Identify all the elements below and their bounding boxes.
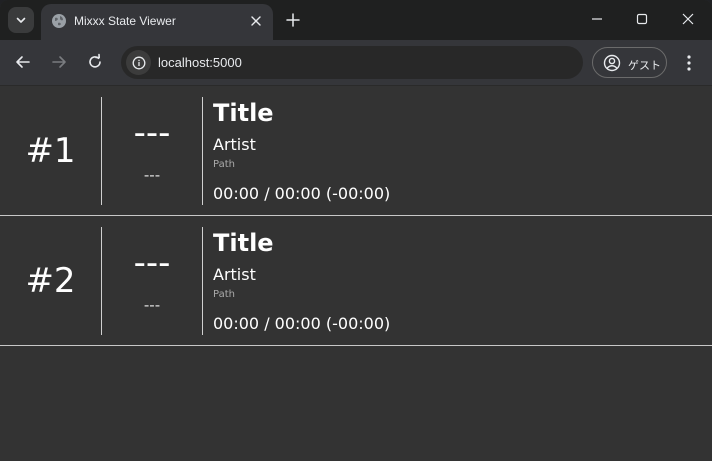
- track-artist: Artist: [213, 135, 256, 154]
- close-icon[interactable]: [681, 12, 695, 26]
- track-time: 00:00 / 00:00 (-00:00): [213, 184, 391, 203]
- site-info-button[interactable]: [126, 50, 151, 75]
- deck-number: #1: [25, 131, 76, 171]
- bpm-sub-value: ---: [143, 166, 161, 184]
- bpm-display: --- ---: [102, 86, 202, 216]
- three-dots-vertical-icon[interactable]: [681, 53, 697, 73]
- bpm-value: ---: [133, 113, 171, 153]
- back-arrow-icon[interactable]: [14, 53, 32, 71]
- tab-strip: Mixxx State Viewer: [0, 0, 712, 40]
- page-content: #1 --- --- Title Artist Path 00:00 / 00:…: [0, 86, 712, 461]
- bpm-sub-value: ---: [143, 296, 161, 314]
- bpm-display: --- ---: [102, 216, 202, 346]
- url-text: localhost:5000: [158, 55, 242, 70]
- plus-icon[interactable]: [284, 11, 302, 29]
- track-time: 00:00 / 00:00 (-00:00): [213, 314, 391, 333]
- globe-icon: [52, 14, 66, 28]
- deck-row: #1 --- --- Title Artist Path 00:00 / 00:…: [0, 86, 712, 216]
- chevron-down-icon: [16, 17, 26, 23]
- reload-icon[interactable]: [86, 53, 104, 71]
- track-info: Title Artist Path 00:00 / 00:00 (-00:00): [213, 216, 693, 346]
- track-title: Title: [213, 99, 274, 127]
- person-circle-icon: [603, 54, 621, 72]
- tab-title: Mixxx State Viewer: [74, 14, 176, 28]
- deck-number: #2: [25, 261, 76, 301]
- minimize-icon[interactable]: [590, 12, 604, 26]
- tab-active[interactable]: Mixxx State Viewer: [41, 4, 273, 40]
- browser-toolbar: localhost:5000 ゲスト: [0, 40, 712, 86]
- track-path: Path: [213, 289, 235, 300]
- divider: [202, 227, 203, 335]
- info-icon: [132, 56, 145, 69]
- track-info: Title Artist Path 00:00 / 00:00 (-00:00): [213, 86, 693, 216]
- tab-search-button[interactable]: [8, 7, 34, 33]
- track-title: Title: [213, 229, 274, 257]
- maximize-icon[interactable]: [635, 12, 649, 26]
- profile-button[interactable]: ゲスト: [592, 47, 667, 78]
- forward-arrow-icon[interactable]: [50, 53, 68, 71]
- deck-row: #2 --- --- Title Artist Path 00:00 / 00:…: [0, 216, 712, 346]
- track-artist: Artist: [213, 265, 256, 284]
- address-bar[interactable]: localhost:5000: [121, 46, 583, 79]
- browser-window: Mixxx State Viewer localhost:5000 ゲスト #1…: [0, 0, 712, 461]
- profile-label: ゲスト: [628, 59, 661, 72]
- bpm-value: ---: [133, 243, 171, 283]
- close-icon[interactable]: [249, 14, 263, 28]
- track-path: Path: [213, 159, 235, 170]
- divider: [202, 97, 203, 205]
